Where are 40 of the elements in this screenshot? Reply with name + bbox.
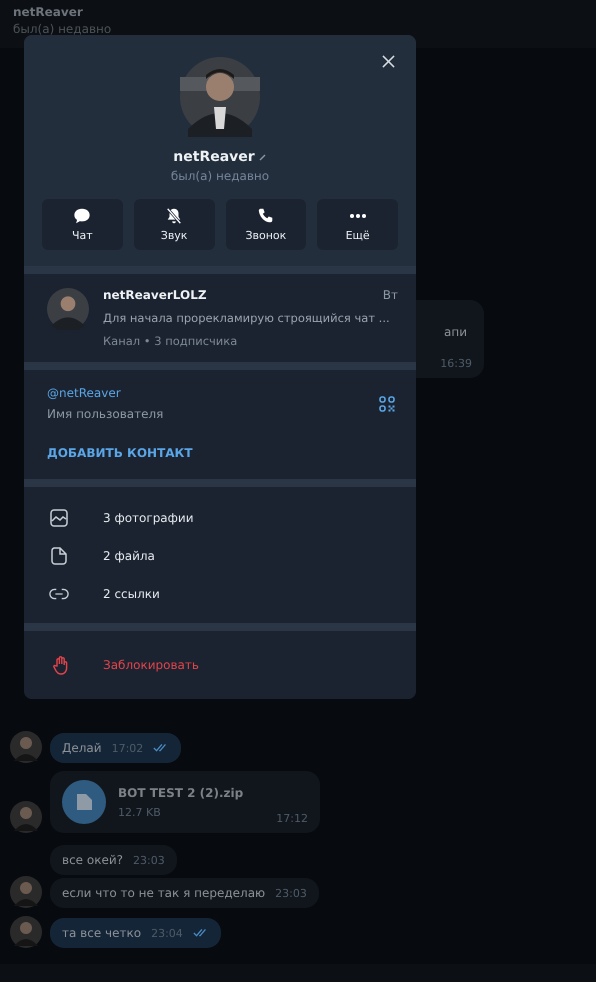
action-button[interactable]: Чат <box>42 199 123 250</box>
close-icon[interactable] <box>382 55 395 68</box>
qr-code-icon[interactable] <box>379 396 395 412</box>
channel-info: Канал • 3 подписчика <box>103 334 238 348</box>
more-icon <box>350 214 366 218</box>
message-time: 17:02 <box>112 742 144 755</box>
action-button[interactable]: Звонок <box>226 199 306 250</box>
username-link[interactable]: @netReaver <box>47 386 164 400</box>
message-time: 23:03 <box>275 887 307 900</box>
message-time: 16:39 <box>440 357 472 370</box>
channel-preview: Для начала прорекламирую строящийся чат ... <box>103 311 391 325</box>
channel-name: netReaverLOLZ <box>103 288 207 302</box>
file-size: 12.7 KB <box>118 806 162 818</box>
phone-icon <box>256 207 275 225</box>
message-text: Делай <box>62 741 102 755</box>
profile-status: был(а) недавно <box>170 169 270 183</box>
file-icon <box>49 546 69 566</box>
add-contact-button[interactable]: ДОБАВИТЬ КОНТАКТ <box>47 446 193 460</box>
username-label: Имя пользователя <box>47 407 164 421</box>
speech-bubble-icon <box>73 207 92 225</box>
channel-date: Вт <box>382 288 398 302</box>
image-icon <box>49 508 69 528</box>
chat-title: netReaver <box>13 5 84 19</box>
message-time: 17:12 <box>276 812 308 825</box>
profile-name: netReaver <box>173 149 255 165</box>
file-icon[interactable] <box>62 780 106 824</box>
file-name: BOT TEST 2 (2).zip <box>118 786 244 800</box>
action-button[interactable]: Ещё <box>317 199 398 250</box>
muted-bell-icon <box>165 207 184 225</box>
message-time: 23:03 <box>133 854 165 867</box>
message-text: та все четко <box>62 926 142 940</box>
media-item[interactable]: 3 фотографии <box>24 499 416 537</box>
message-time: 23:04 <box>151 927 183 940</box>
message-text: если что то не так я переделаю <box>62 886 266 900</box>
chat-status: был(а) недавно <box>13 22 112 36</box>
media-item[interactable]: 2 файла <box>24 537 416 575</box>
message-text: апи <box>444 325 467 339</box>
media-item[interactable]: 2 ссылки <box>24 575 416 613</box>
message-text: все окей? <box>62 853 124 867</box>
action-button[interactable]: Звук <box>134 199 214 250</box>
